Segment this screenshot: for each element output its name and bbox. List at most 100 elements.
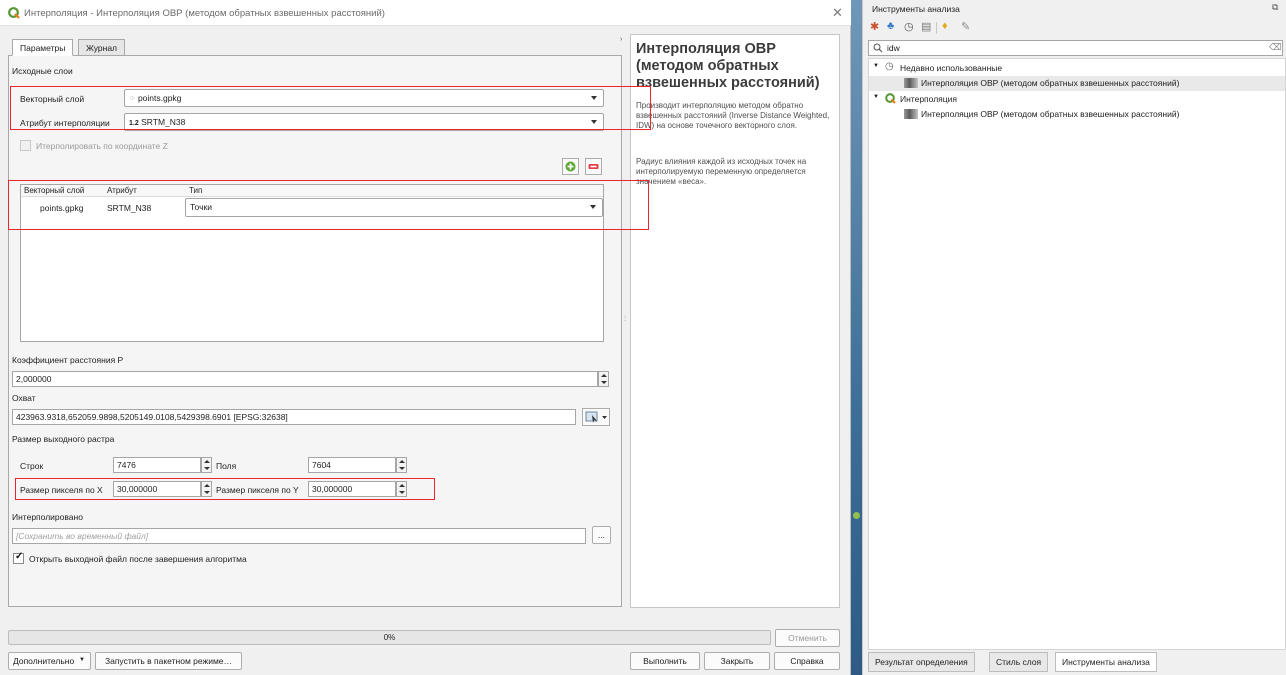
chevron-down-icon — [591, 120, 597, 124]
tree-item-idw-recent-label: Интерполяция ОВР (методом обратных взвеш… — [921, 78, 1180, 88]
distance-coef-spinner[interactable] — [598, 371, 609, 387]
float-panel-icon[interactable]: ⧉ — [1272, 2, 1278, 13]
chevron-down-icon: ▼ — [79, 657, 85, 663]
attribute-combo[interactable]: 1.2 SRTM_N38 — [124, 113, 604, 131]
distance-coef-label: Коэффициент расстояния P — [12, 355, 124, 365]
tree-group-recent-label: Недавно использованные — [900, 63, 1003, 73]
expand-arrow-icon: ▼ — [873, 63, 879, 69]
remove-layer-button[interactable] — [585, 158, 602, 175]
close-icon[interactable]: ✕ — [832, 5, 843, 21]
minus-icon — [588, 164, 599, 169]
row-type-combo[interactable]: Точки — [185, 198, 603, 217]
tab-processing-toolbox[interactable]: Инструменты анализа — [1055, 652, 1157, 672]
idw-tool-icon — [904, 109, 918, 119]
clock-icon: ◷ — [885, 61, 894, 72]
clear-search-icon[interactable]: ⌫ — [1269, 42, 1282, 53]
close-button[interactable]: Закрыть — [704, 652, 770, 670]
models-icon[interactable]: ✱ — [870, 20, 879, 33]
rows-label: Строк — [20, 461, 44, 471]
results-icon[interactable]: ▤ — [921, 20, 931, 33]
row-attribute: SRTM_N38 — [107, 203, 152, 213]
map-canvas-strip — [851, 0, 862, 675]
toolbox-title: Инструменты анализа — [872, 4, 960, 14]
pixel-y-label: Размер пикселя по Y — [216, 485, 299, 495]
pixel-y-spinner[interactable] — [396, 481, 407, 497]
map-marker — [853, 512, 860, 519]
toolbox-tree: ▼ ◷ Недавно использованные Интерполяция … — [868, 58, 1286, 650]
toolbar-separator — [936, 22, 937, 34]
splitter-handle[interactable]: ⋮ — [622, 316, 628, 322]
cols-spinner[interactable] — [396, 457, 407, 473]
batch-mode-button[interactable]: Запустить в пакетном режиме… — [95, 652, 242, 670]
dialog-title: Интерполяция - Интерполяция ОВР (методом… — [24, 8, 385, 19]
edit-features-icon[interactable]: ♦ — [942, 20, 948, 32]
qgis-logo-icon — [885, 93, 896, 104]
help-button[interactable]: Справка — [774, 652, 840, 670]
output-label: Интерполировано — [12, 512, 83, 522]
add-layer-button[interactable] — [562, 158, 579, 175]
tree-group-interpolation[interactable]: ▼ Интерполяция — [869, 92, 1285, 107]
advanced-button[interactable]: Дополнительно ▼ — [8, 652, 91, 670]
open-output-checkbox[interactable] — [13, 551, 24, 564]
browse-button[interactable]: ... — [592, 526, 611, 544]
cancel-button[interactable]: Отменить — [775, 629, 840, 647]
extent-input[interactable]: 423963.9318,652059.9898,5205149.0108,542… — [12, 409, 576, 425]
use-z-checkbox[interactable] — [20, 140, 31, 151]
vector-layer-label: Векторный слой — [20, 94, 85, 104]
attribute-value: SRTM_N38 — [141, 117, 186, 127]
layers-table: Векторный слой Атрибут Тип points.gpkg S… — [20, 184, 604, 342]
toolbox-search-value: idw — [887, 43, 900, 53]
pixel-y-input[interactable]: 30,000000 — [308, 481, 396, 497]
help-paragraph-1: Производит интерполяцию методом обратно … — [636, 101, 830, 130]
plus-icon — [565, 161, 576, 172]
cols-label: Поля — [216, 461, 237, 471]
tab-log[interactable]: Журнал — [78, 39, 126, 56]
chevron-down-icon — [590, 205, 596, 209]
vector-layer-combo[interactable]: ⁘ points.gpkg — [124, 89, 604, 107]
numeric-field-icon: 1.2 — [129, 120, 139, 127]
use-z-label: Итерполировать по координате Z — [36, 141, 168, 151]
tab-layer-styling[interactable]: Стиль слоя — [989, 652, 1049, 672]
cols-input[interactable]: 7604 — [308, 457, 396, 473]
toolbox-search-input[interactable]: idw — [868, 40, 1283, 56]
distance-coef-input[interactable]: 2,000000 — [12, 371, 598, 387]
tree-item-idw-recent[interactable]: Интерполяция ОВР (методом обратных взвеш… — [869, 76, 1285, 91]
extent-label: Охват — [12, 393, 36, 403]
progress-bar: 0% — [8, 630, 771, 645]
python-scripts-icon[interactable]: ♣ — [887, 20, 894, 32]
row-layer: points.gpkg — [40, 203, 84, 213]
pixel-x-input[interactable]: 30,000000 — [113, 481, 201, 497]
tree-item-idw[interactable]: Интерполяция ОВР (методом обратных взвеш… — [869, 107, 1285, 122]
search-icon — [873, 43, 883, 53]
attribute-label: Атрибут интерполяции — [20, 118, 110, 128]
history-icon[interactable]: ◷ — [904, 20, 914, 33]
table-row[interactable]: points.gpkg SRTM_N38 Точки — [21, 198, 603, 218]
select-extent-icon — [585, 411, 607, 423]
vector-layer-value: points.gpkg — [137, 93, 182, 103]
col-header-attribute: Атрибут — [107, 186, 137, 195]
rows-input[interactable]: 7476 — [113, 457, 201, 473]
expand-arrow-icon: ▼ — [873, 94, 879, 100]
help-title: Интерполяция ОВР (методом обратных взвеш… — [636, 41, 820, 91]
tree-item-idw-label: Интерполяция ОВР (методом обратных взвеш… — [921, 109, 1180, 119]
row-type-value: Точки — [190, 202, 212, 212]
help-pane: Интерполяция ОВР (методом обратных взвеш… — [630, 34, 840, 608]
processing-dialog: Интерполяция - Интерполяция ОВР (методом… — [0, 0, 851, 675]
extent-select-button[interactable] — [582, 408, 610, 426]
run-button[interactable]: Выполнить — [630, 652, 700, 670]
rows-spinner[interactable] — [201, 457, 212, 473]
tree-group-recent[interactable]: ▼ ◷ Недавно использованные — [869, 61, 1285, 76]
toolbox-toolbar: ✱ ♣ ◷ ▤ ♦ ✎ — [870, 20, 990, 36]
tab-parameters[interactable]: Параметры — [12, 39, 74, 56]
output-file-input[interactable]: [Сохранить во временный файл] — [12, 528, 586, 544]
pixel-x-spinner[interactable] — [201, 481, 212, 497]
point-layer-icon: ⁘ — [129, 94, 138, 103]
input-layers-heading: Исходные слои — [12, 66, 73, 76]
pixel-x-label: Размер пикселя по X — [20, 485, 103, 495]
qgis-logo-icon — [8, 7, 20, 19]
options-wrench-icon[interactable]: ✎ — [961, 20, 970, 33]
tab-identify-results[interactable]: Результат определения — [868, 652, 975, 672]
advanced-label: Дополнительно — [13, 656, 75, 666]
collapse-arrow-icon[interactable]: › — [620, 36, 622, 43]
col-header-layer: Векторный слой — [24, 186, 85, 195]
